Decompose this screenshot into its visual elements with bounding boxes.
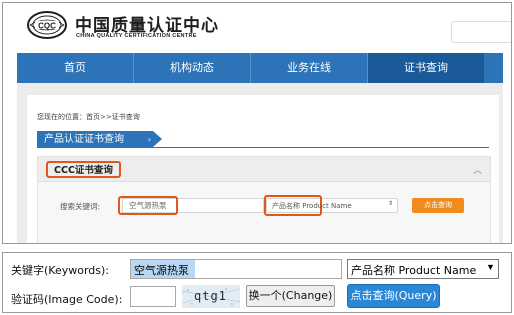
change-captcha-button[interactable]: 换一个(Change) <box>246 285 335 307</box>
org-name-en: CHINA QUALITY CERTIFICATION CENTRE <box>76 33 197 39</box>
dropdown-arrow-icon: ▼ <box>486 262 495 272</box>
image-code-input[interactable] <box>130 286 176 307</box>
search-keyword-label: 搜索关键词: <box>60 202 101 211</box>
section-title: 产品认证证书查询 › <box>37 131 162 148</box>
section-title-text: 产品认证证书查询 <box>44 134 124 145</box>
nav-item-business[interactable]: 业务在线 <box>251 53 367 83</box>
cqc-logo-icon: CQC <box>27 11 67 39</box>
captcha-text: qtg1 <box>194 289 227 303</box>
chevron-right-icon: › <box>147 135 151 144</box>
logo-text: CQC <box>38 22 56 31</box>
main-nav: 首页 机构动态 业务在线 证书查询 <box>17 53 503 83</box>
keyword-input-value: 空气源热泵 <box>134 264 189 277</box>
breadcrumb: 您现在的位置：首页>>证书查询 <box>37 113 140 121</box>
website-screenshot-panel: CQC 中国质量认证中心 CHINA QUALITY CERTIFICATION… <box>2 2 512 244</box>
query-form-panel: 关键字(Keywords): 空气源热泵 产品名称 Product Name ▼… <box>2 252 512 313</box>
image-code-label: 验证码(Image Code): <box>11 293 123 306</box>
query-button[interactable]: 点击查询(Query) <box>347 284 440 308</box>
chevron-up-icon[interactable]: ︿ <box>473 163 482 176</box>
section-divider <box>37 147 489 148</box>
keyword-label: 关键字(Keywords): <box>11 264 110 277</box>
header-search-box[interactable] <box>451 21 511 43</box>
ccc-type-value: 产品名称 Product Name <box>272 202 352 210</box>
ccc-panel-title: CCC证书查询 <box>46 161 121 178</box>
nav-item-home[interactable]: 首页 <box>17 53 133 83</box>
select-arrows-icon: ⇕ <box>388 201 394 207</box>
ccc-query-panel: CCC证书查询 ︿ 搜索关键词: 空气源热泵 产品名称 Product Name… <box>37 156 491 243</box>
main-content: 您现在的位置：首页>>证书查询 产品认证证书查询 › CCC证书查询 ︿ 搜索关… <box>27 95 499 243</box>
search-type-value: 产品名称 Product Name <box>351 264 477 277</box>
site-header: CQC 中国质量认证中心 CHINA QUALITY CERTIFICATION… <box>3 3 511 51</box>
ccc-panel-header[interactable]: CCC证书查询 ︿ <box>38 157 490 182</box>
ccc-query-button[interactable]: 点击查询 <box>412 198 464 213</box>
nav-item-news[interactable]: 机构动态 <box>134 53 250 83</box>
ccc-keyword-value: 空气源热泵 <box>129 201 167 210</box>
nav-item-certificate-query[interactable]: 证书查询 <box>368 53 484 83</box>
captcha-image: qtg1 <box>182 285 240 308</box>
